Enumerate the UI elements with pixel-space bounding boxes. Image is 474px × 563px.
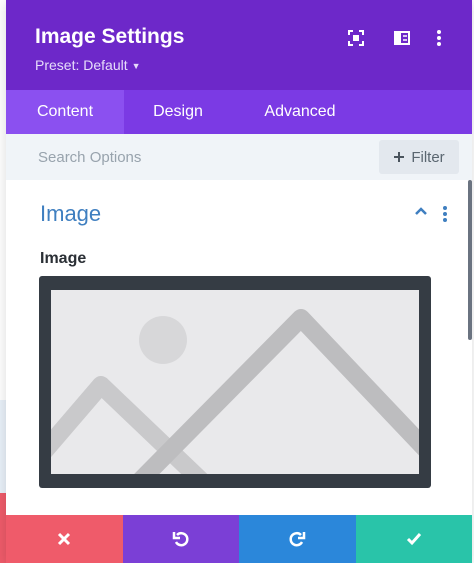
redo-button[interactable]	[239, 515, 356, 563]
section-title[interactable]: Image	[40, 201, 101, 227]
split-view-icon[interactable]	[391, 27, 413, 49]
redo-icon	[289, 531, 306, 547]
tab-content[interactable]: Content	[6, 90, 124, 134]
modal-header[interactable]: Image Settings Preset: Default ▼	[6, 0, 472, 90]
scrollbar[interactable]	[468, 180, 472, 340]
close-icon	[58, 532, 71, 546]
section-more-icon[interactable]	[442, 206, 448, 227]
filter-label: Filter	[411, 148, 445, 166]
undo-icon	[172, 531, 189, 547]
search-input[interactable]	[22, 142, 384, 172]
image-placeholder-icon	[51, 290, 419, 474]
image-upload-area[interactable]	[39, 276, 431, 488]
tab-bar: Content Design Advanced	[6, 90, 472, 134]
footer-actions	[6, 515, 472, 563]
image-settings-modal: Image Settings Preset: Default ▼ Content…	[6, 0, 472, 563]
search-bar: Filter	[6, 134, 472, 180]
more-vertical-icon[interactable]	[428, 27, 450, 49]
undo-button[interactable]	[122, 515, 239, 563]
tab-design[interactable]: Design	[124, 90, 232, 134]
save-button[interactable]	[355, 515, 472, 563]
image-field-label: Image	[40, 250, 87, 267]
plus-icon	[394, 152, 405, 162]
check-icon	[406, 533, 421, 546]
filter-button[interactable]: Filter	[379, 140, 459, 174]
caret-down-icon: ▼	[131, 61, 141, 71]
preset-selector[interactable]: Preset: Default ▼	[35, 57, 141, 73]
preset-label: Preset: Default	[35, 57, 128, 73]
modal-title: Image Settings	[35, 25, 185, 48]
chevron-up-icon[interactable]	[414, 204, 428, 222]
fullscreen-icon[interactable]	[345, 27, 367, 49]
tab-advanced[interactable]: Advanced	[246, 90, 354, 134]
discard-button[interactable]	[6, 515, 123, 563]
